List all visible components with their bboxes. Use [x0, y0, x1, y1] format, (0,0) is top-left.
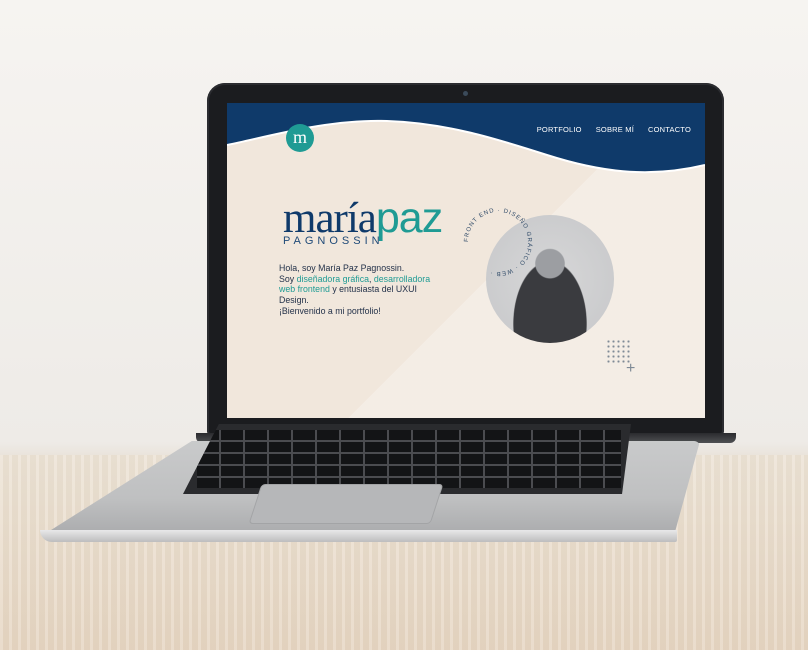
intro-line-1: Hola, soy María Paz Pagnossin. [279, 263, 405, 273]
intro-welcome: ¡Bienvenido a mi portfolio! [279, 305, 381, 316]
intro-text: Hola, soy María Paz Pagnossin. Soy diseñ… [279, 263, 439, 317]
site-logo[interactable]: m [286, 124, 314, 152]
laptop-screen: m PORTFOLIO SOBRE MÍ CONTACTO maríapaz P… [227, 103, 705, 418]
webcam-icon [463, 91, 468, 96]
nav-item-portfolio[interactable]: PORTFOLIO [537, 125, 582, 134]
nav-item-contacto[interactable]: CONTACTO [648, 125, 691, 134]
brand-name-second: paz [375, 194, 443, 242]
intro-soy: Soy [279, 273, 297, 284]
laptop-lid: m PORTFOLIO SOBRE MÍ CONTACTO maríapaz P… [207, 83, 724, 435]
main-nav: PORTFOLIO SOBRE MÍ CONTACTO [537, 125, 691, 134]
plus-icon: + [626, 360, 636, 377]
nav-item-sobre-mi[interactable]: SOBRE MÍ [596, 125, 634, 134]
intro-line-2: Soy diseñadora gráfica, desarrolladora w… [279, 274, 439, 306]
svg-text:FRONT END · DISEÑO GRÁFICO · W: FRONT END · DISEÑO GRÁFICO · WEB · [464, 208, 533, 276]
circular-badge: FRONT END · DISEÑO GRÁFICO · WEB · [464, 208, 533, 276]
laptop-base-edge [40, 530, 677, 542]
laptop-trackpad [248, 484, 444, 524]
brand-surname: PAGNOSSIN [283, 235, 384, 247]
intro-highlight-design: diseñadora gráfica [296, 273, 369, 284]
badge-text: FRONT END · DISEÑO GRÁFICO · WEB · [464, 208, 532, 276]
brand-name: maríapaz [283, 194, 443, 242]
